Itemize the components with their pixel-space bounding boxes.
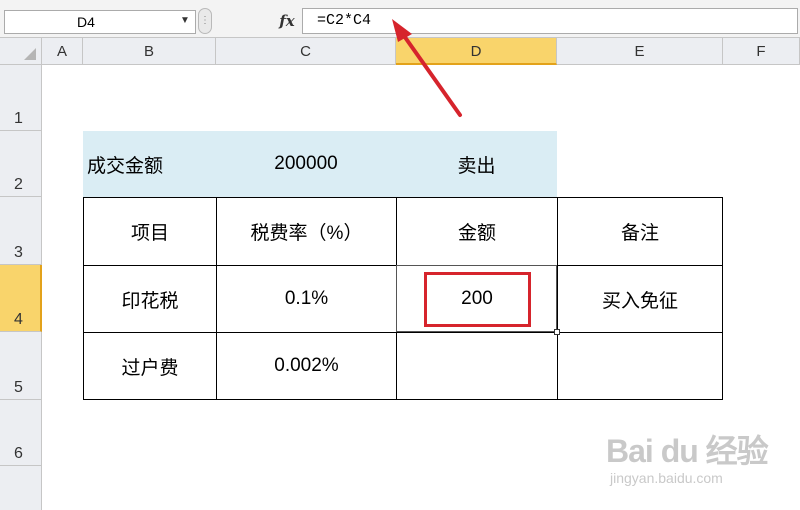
watermark-logo: Bai du 经验 [606, 433, 769, 469]
watermark: Bai du 经验 jingyan.baidu.com [606, 426, 786, 496]
watermark-url: jingyan.baidu.com [610, 470, 723, 486]
